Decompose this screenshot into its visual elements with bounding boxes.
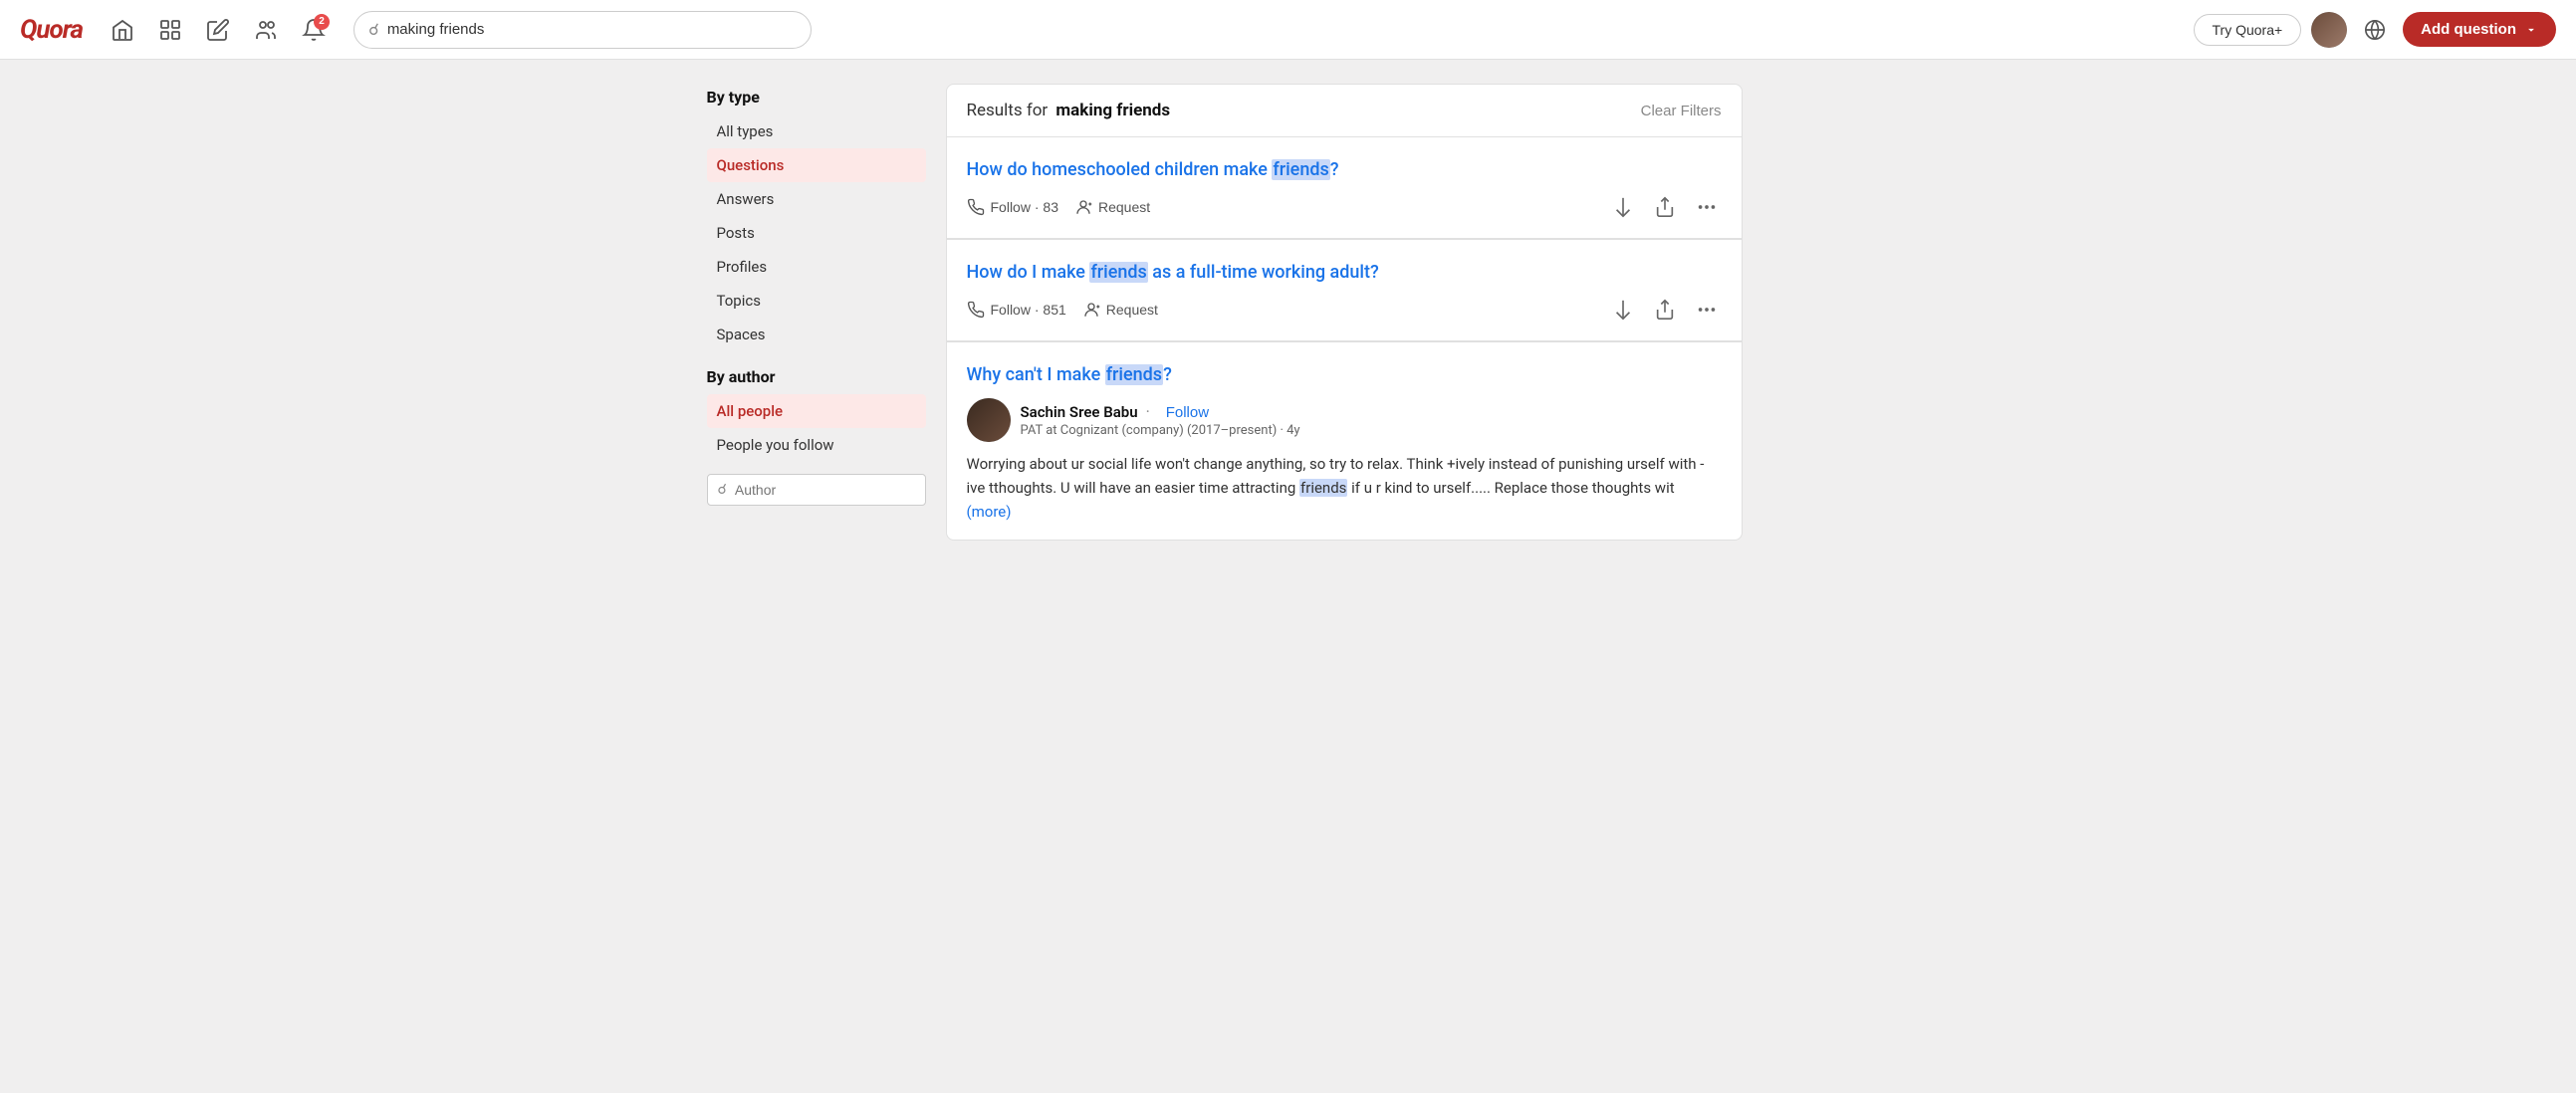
- search-input[interactable]: [387, 21, 797, 38]
- author-meta: PAT at Cognizant (company) (2017–present…: [1021, 423, 1722, 438]
- nav-icons: 2: [103, 10, 334, 50]
- more-button-2[interactable]: [1692, 295, 1722, 325]
- share-button-1[interactable]: [1650, 192, 1680, 222]
- navbar: Quora: [0, 0, 2576, 60]
- downvote-button-2[interactable]: [1608, 295, 1638, 325]
- author-name: Sachin Sree Babu: [1021, 403, 1138, 421]
- question-link-3[interactable]: Why can't I make friends?: [967, 362, 1722, 387]
- highlight-3: friends: [1105, 364, 1163, 385]
- write-nav-button[interactable]: [198, 10, 238, 50]
- search-icon: ☌: [368, 20, 379, 39]
- question-link-1[interactable]: How do homeschooled children make friend…: [967, 157, 1722, 182]
- author-info: Sachin Sree Babu · Follow PAT at Cogniza…: [1021, 402, 1722, 438]
- sidebar: By type All types Questions Answers Post…: [707, 84, 926, 541]
- sidebar-item-all-people[interactable]: All people: [707, 394, 926, 428]
- result-card-3: Why can't I make friends? Sachin Sree Ba…: [946, 341, 1743, 540]
- card-actions-left-1: Follow · 83 Request: [967, 194, 1151, 220]
- card-actions-2: Follow · 851 Request: [967, 295, 1722, 325]
- sidebar-item-profiles[interactable]: Profiles: [707, 250, 926, 284]
- people-nav-button[interactable]: [246, 10, 286, 50]
- author-search-box[interactable]: ☌: [707, 474, 926, 506]
- card-actions-left-2: Follow · 851 Request: [967, 297, 1158, 323]
- main-content: Results for making friends Clear Filters…: [946, 84, 1743, 541]
- user-avatar-button[interactable]: [2311, 12, 2347, 48]
- avatar: [2311, 12, 2347, 48]
- search-bar[interactable]: ☌: [353, 11, 812, 49]
- sidebar-item-posts[interactable]: Posts: [707, 216, 926, 250]
- follow-button-1[interactable]: Follow · 83: [967, 194, 1059, 220]
- sidebar-item-people-you-follow[interactable]: People you follow: [707, 428, 926, 462]
- results-title: Results for making friends: [967, 101, 1171, 120]
- card-actions-right-1: [1608, 192, 1722, 222]
- highlight-1: friends: [1272, 159, 1329, 180]
- notifications-nav-button[interactable]: 2: [294, 10, 334, 50]
- sidebar-item-answers[interactable]: Answers: [707, 182, 926, 216]
- answer-author: Sachin Sree Babu · Follow PAT at Cogniza…: [967, 398, 1722, 442]
- request-button-1[interactable]: Request: [1074, 194, 1150, 220]
- by-type-label: By type: [707, 88, 926, 107]
- downvote-button-1[interactable]: [1608, 192, 1638, 222]
- answer-text: Worrying about ur social life won't chan…: [967, 452, 1722, 524]
- clear-filters-button[interactable]: Clear Filters: [1641, 103, 1722, 119]
- sidebar-item-questions[interactable]: Questions: [707, 148, 926, 182]
- language-button[interactable]: [2357, 12, 2393, 48]
- author-follow-button[interactable]: Follow: [1166, 404, 1209, 421]
- sidebar-item-topics[interactable]: Topics: [707, 284, 926, 318]
- highlight-2: friends: [1089, 262, 1147, 283]
- author-search-input[interactable]: [735, 482, 915, 498]
- follow-button-2[interactable]: Follow · 851: [967, 297, 1066, 323]
- card-actions-right-2: [1608, 295, 1722, 325]
- home-nav-button[interactable]: [103, 10, 142, 50]
- results-header: Results for making friends Clear Filters: [946, 84, 1743, 137]
- answer-highlight: friends: [1299, 479, 1347, 497]
- author-avatar-image: [967, 398, 1011, 442]
- feed-nav-button[interactable]: [150, 10, 190, 50]
- quora-logo[interactable]: Quora: [20, 15, 83, 45]
- nav-right: Try Quora+ Add question: [2194, 12, 2557, 48]
- result-card-1: How do homeschooled children make friend…: [946, 137, 1743, 239]
- more-link[interactable]: (more): [967, 503, 1012, 521]
- result-card-2: How do I make friends as a full-time wor…: [946, 239, 1743, 341]
- request-button-2[interactable]: Request: [1082, 297, 1158, 323]
- author-search-icon: ☌: [718, 482, 727, 498]
- sidebar-item-spaces[interactable]: Spaces: [707, 318, 926, 351]
- notification-badge: 2: [314, 14, 330, 30]
- more-button-1[interactable]: [1692, 192, 1722, 222]
- page-layout: By type All types Questions Answers Post…: [691, 60, 1886, 564]
- question-link-2[interactable]: How do I make friends as a full-time wor…: [967, 260, 1722, 285]
- author-avatar: [967, 398, 1011, 442]
- share-button-2[interactable]: [1650, 295, 1680, 325]
- sidebar-item-all-types[interactable]: All types: [707, 114, 926, 148]
- by-author-label: By author: [707, 367, 926, 386]
- try-quora-button[interactable]: Try Quora+: [2194, 14, 2302, 46]
- card-actions-1: Follow · 83 Request: [967, 192, 1722, 222]
- add-question-button[interactable]: Add question: [2403, 12, 2556, 47]
